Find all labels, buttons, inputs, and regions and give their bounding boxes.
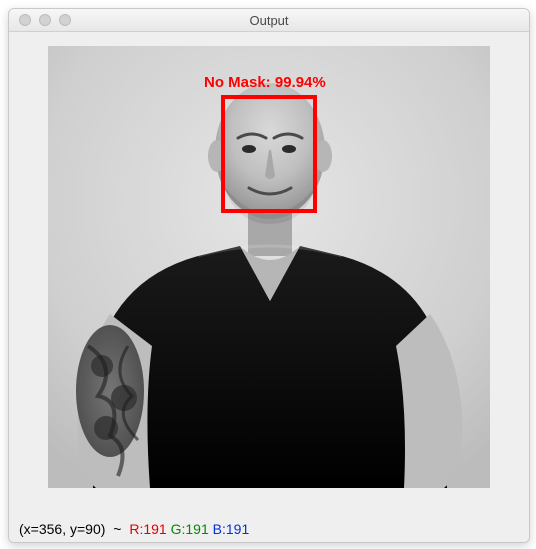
detection-box xyxy=(221,95,317,213)
output-window: Output xyxy=(8,8,530,543)
titlebar[interactable]: Output xyxy=(9,9,529,32)
pixel-r: R:191 xyxy=(129,521,166,537)
pixel-b: B:191 xyxy=(213,521,250,537)
cursor-coord: (x=356, y=90) xyxy=(19,521,105,537)
pixel-g: G:191 xyxy=(171,521,209,537)
image-canvas[interactable]: No Mask: 99.94% xyxy=(48,46,490,488)
status-bar: (x=356, y=90) ~ R:191 G:191 B:191 xyxy=(19,521,249,537)
minimize-icon[interactable] xyxy=(39,14,51,26)
client-area: No Mask: 99.94% (x=356, y=90) ~ R:191 G:… xyxy=(9,32,529,543)
detection-label: No Mask: 99.94% xyxy=(204,74,326,91)
window-title: Output xyxy=(9,13,529,28)
separator: ~ xyxy=(109,521,125,537)
close-icon[interactable] xyxy=(19,14,31,26)
maximize-icon[interactable] xyxy=(59,14,71,26)
traffic-lights xyxy=(9,14,71,26)
